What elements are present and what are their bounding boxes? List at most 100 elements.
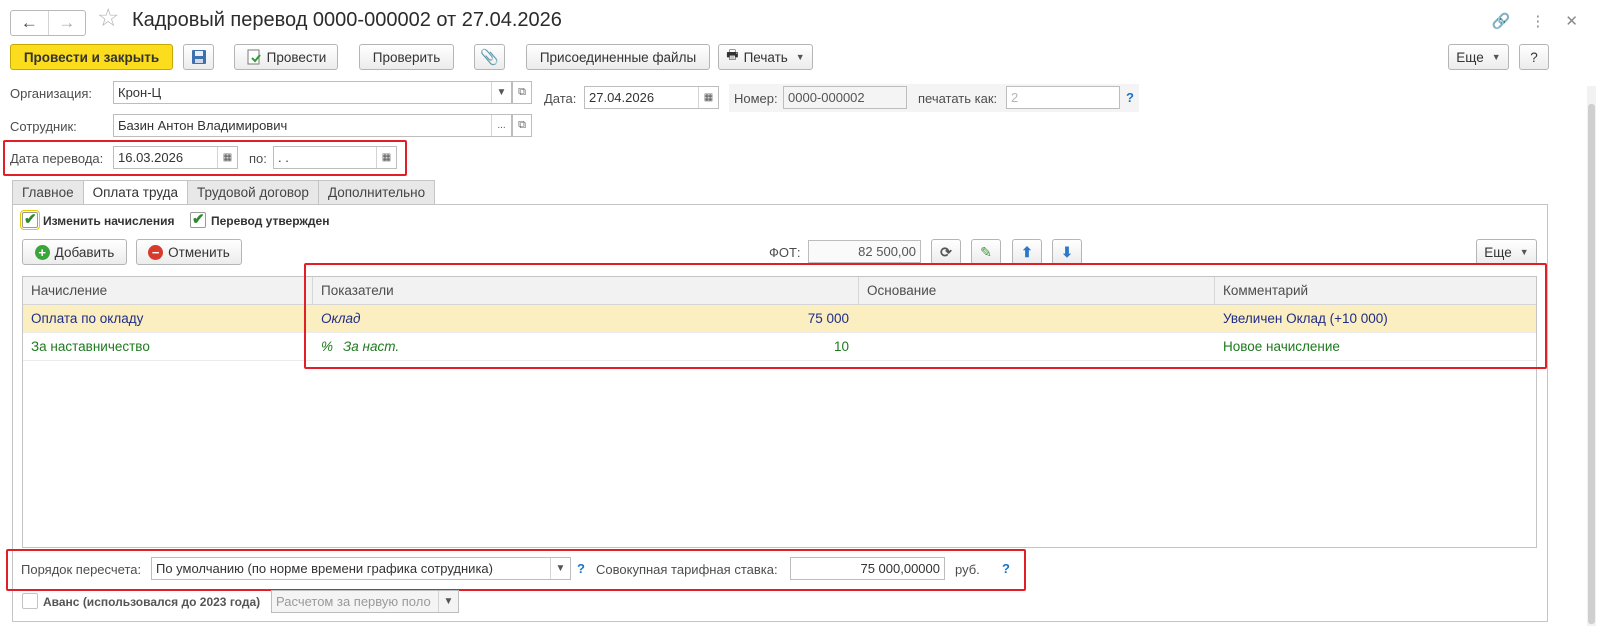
grid-more-label: Еще bbox=[1484, 244, 1512, 260]
number-field[interactable]: 0000-000002 bbox=[783, 86, 907, 109]
arrow-up-icon: ⬆ bbox=[1021, 243, 1033, 260]
currency-label: руб. bbox=[955, 562, 980, 577]
printer-icon: 🖶 bbox=[726, 47, 739, 62]
move-up-button[interactable]: ⬆ bbox=[1012, 239, 1042, 265]
plus-icon: + bbox=[34, 244, 50, 260]
advance-label: Аванс (использовался до 2023 года) bbox=[43, 595, 261, 609]
post-and-close-button[interactable]: Провести и закрыть bbox=[10, 44, 173, 70]
help-button[interactable]: ? bbox=[1519, 44, 1549, 70]
pencil-icon: ✎ bbox=[980, 243, 992, 260]
arrow-down-icon: ⬇ bbox=[1061, 243, 1073, 260]
indicator-value-cell: 10 bbox=[833, 339, 849, 354]
refresh-button[interactable]: ⟳ bbox=[931, 239, 961, 265]
print-button[interactable]: 🖶 Печать ▼ bbox=[718, 44, 813, 70]
transfer-date-field[interactable]: 16.03.2026 ▦ bbox=[113, 146, 238, 169]
indicator-cell: За наст. bbox=[343, 339, 400, 354]
dropdown-icon[interactable]: ▼ bbox=[550, 558, 570, 579]
back-arrow-icon[interactable]: ← bbox=[11, 11, 48, 35]
post-button-label: Провести bbox=[266, 49, 327, 65]
transfer-approved-checkbox[interactable] bbox=[190, 210, 206, 228]
save-button[interactable] bbox=[183, 44, 214, 70]
recalc-label: Порядок пересчета: bbox=[21, 562, 142, 577]
employee-label: Сотрудник: bbox=[10, 119, 77, 134]
organization-label: Организация: bbox=[10, 86, 93, 101]
calendar-icon[interactable]: ▦ bbox=[698, 87, 718, 108]
to-date-value: . . bbox=[278, 150, 289, 165]
column-header-indicators[interactable]: Показатели bbox=[313, 277, 859, 305]
move-down-button[interactable]: ⬇ bbox=[1052, 239, 1082, 265]
select-ellipsis-icon[interactable]: ... bbox=[491, 115, 511, 136]
percent-icon: % bbox=[321, 339, 334, 354]
edit-button[interactable]: ✎ bbox=[971, 239, 1001, 265]
refresh-icon: ⟳ bbox=[940, 243, 952, 260]
help-link[interactable]: ? bbox=[577, 561, 585, 576]
close-icon[interactable]: ✕ bbox=[1565, 12, 1578, 30]
date-field[interactable]: 27.04.2026 ▦ bbox=[584, 86, 719, 109]
more-button-label: Еще bbox=[1456, 49, 1484, 65]
transfer-date-label: Дата перевода: bbox=[10, 151, 104, 166]
advance-checkbox[interactable] bbox=[22, 593, 38, 609]
recalc-value: По умолчанию (по норме времени графика с… bbox=[156, 561, 493, 576]
table-row[interactable]: Оплата по окладу Оклад 75 000 Увеличен О… bbox=[23, 305, 1536, 333]
tab-bar: Главное Оплата труда Трудовой договор До… bbox=[12, 180, 436, 205]
table-row[interactable]: За наставничество % За наст. 10 Новое на… bbox=[23, 333, 1536, 361]
open-organization-icon[interactable]: ⧉ bbox=[512, 81, 532, 104]
dropdown-icon[interactable]: ▼ bbox=[491, 82, 511, 103]
comment-cell: Увеличен Оклад (+10 000) bbox=[1223, 311, 1388, 326]
calendar-icon[interactable]: ▦ bbox=[217, 147, 237, 168]
total-rate-label: Совокупная тарифная ставка: bbox=[596, 562, 778, 577]
fot-field: 82 500,00 bbox=[808, 240, 921, 263]
date-label: Дата: bbox=[544, 91, 577, 106]
print-as-field[interactable]: 2 bbox=[1006, 86, 1120, 109]
change-accruals-checkbox[interactable] bbox=[20, 210, 40, 230]
transfer-date-value: 16.03.2026 bbox=[118, 150, 184, 165]
tab-labor-contract[interactable]: Трудовой договор bbox=[188, 180, 319, 205]
accrual-cell: За наставничество bbox=[31, 339, 150, 354]
attached-files-button[interactable]: Присоединенные файлы bbox=[526, 44, 710, 70]
scrollbar-thumb[interactable] bbox=[1588, 104, 1595, 624]
help-link[interactable]: ? bbox=[1002, 561, 1010, 576]
organization-field[interactable]: Крон-Ц ▼ bbox=[113, 81, 512, 104]
more-button[interactable]: Еще ▼ bbox=[1448, 44, 1509, 70]
window-controls: 🔗 ⋮ ✕ bbox=[1492, 12, 1578, 30]
to-date-field[interactable]: . . ▦ bbox=[273, 146, 397, 169]
employee-value: Базин Антон Владимирович bbox=[118, 118, 288, 133]
grid-more-button[interactable]: Еще ▼ bbox=[1476, 239, 1537, 265]
vertical-scrollbar[interactable] bbox=[1587, 86, 1596, 626]
total-rate-field[interactable]: 75 000,00000 bbox=[790, 557, 945, 580]
tab-pay[interactable]: Оплата труда bbox=[83, 180, 189, 205]
help-link[interactable]: ? bbox=[1126, 90, 1134, 105]
column-header-accrual[interactable]: Начисление bbox=[23, 277, 313, 305]
minus-icon: − bbox=[148, 244, 164, 260]
link-icon[interactable]: 🔗 bbox=[1492, 12, 1511, 30]
more-vertical-icon[interactable]: ⋮ bbox=[1530, 12, 1545, 30]
favorite-star-icon[interactable]: ☆ bbox=[97, 6, 119, 31]
calendar-icon[interactable]: ▦ bbox=[376, 147, 396, 168]
employee-field[interactable]: Базин Антон Владимирович ... bbox=[113, 114, 512, 137]
add-button[interactable]: + Добавить bbox=[22, 239, 127, 265]
check-button[interactable]: Проверить bbox=[359, 44, 454, 70]
history-nav: ← → bbox=[10, 10, 86, 36]
number-label: Номер: bbox=[734, 91, 778, 106]
attach-button[interactable]: 📎 bbox=[474, 44, 505, 70]
comment-cell: Новое начисление bbox=[1223, 339, 1340, 354]
indicator-value-cell: 75 000 bbox=[807, 311, 849, 326]
open-employee-icon[interactable]: ⧉ bbox=[512, 114, 532, 137]
tab-additional[interactable]: Дополнительно bbox=[318, 180, 436, 205]
chevron-down-icon: ▼ bbox=[1519, 247, 1529, 257]
tab-main[interactable]: Главное bbox=[12, 180, 84, 205]
cancel-button[interactable]: − Отменить bbox=[136, 239, 242, 265]
table-header: Начисление Показатели Основание Коммента… bbox=[23, 277, 1536, 305]
recalc-field[interactable]: По умолчанию (по норме времени графика с… bbox=[151, 557, 571, 580]
indicator-cell: Оклад bbox=[321, 311, 361, 326]
date-value: 27.04.2026 bbox=[589, 90, 655, 105]
accrual-cell: Оплата по окладу bbox=[31, 311, 144, 326]
forward-arrow-icon[interactable]: → bbox=[47, 11, 86, 35]
save-icon bbox=[191, 50, 206, 64]
column-header-comment[interactable]: Комментарий bbox=[1215, 277, 1538, 305]
post-button[interactable]: Провести bbox=[234, 44, 338, 70]
column-header-basis[interactable]: Основание bbox=[859, 277, 1215, 305]
change-accruals-label: Изменить начисления bbox=[43, 214, 175, 228]
post-document-icon bbox=[247, 49, 261, 65]
to-label: по: bbox=[249, 151, 267, 166]
